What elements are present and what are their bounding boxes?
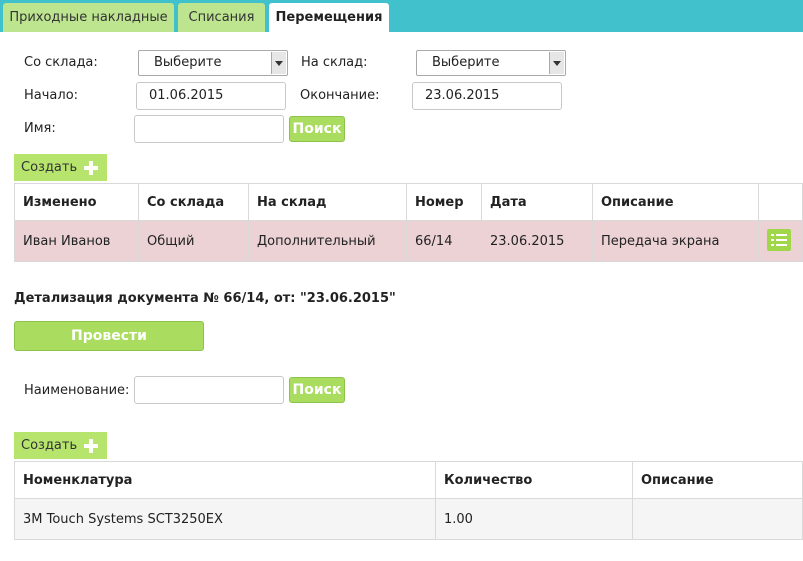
column-header[interactable]: Дата xyxy=(482,184,593,220)
column-header[interactable]: Номенклатура xyxy=(15,462,436,498)
cell-from-warehouse: Общий xyxy=(139,221,249,261)
plus-icon xyxy=(84,439,98,453)
column-header[interactable]: Описание xyxy=(593,184,759,220)
create-button[interactable]: Создать xyxy=(14,154,107,181)
table-header-row: Изменено Со склада На склад Номер Дата О… xyxy=(15,184,802,221)
top-tab-bar: Приходные накладные Списания Перемещения xyxy=(0,0,803,32)
cell-to-warehouse: Дополнительный xyxy=(249,221,407,261)
create-item-button-label: Создать xyxy=(21,438,78,453)
chevron-down-icon xyxy=(549,52,564,74)
end-date-input[interactable]: 23.06.2015 xyxy=(412,82,562,110)
cell-date: 23.06.2015 xyxy=(482,221,593,261)
name-label: Имя: xyxy=(24,121,56,136)
cell-item: 3M Touch Systems SCT3250EX xyxy=(15,499,436,539)
to-warehouse-select[interactable]: Выберите xyxy=(416,50,566,76)
search-button[interactable]: Поиск xyxy=(289,116,345,142)
to-warehouse-label: На склад: xyxy=(301,55,368,70)
from-warehouse-value: Выберите xyxy=(154,55,222,70)
tab-incoming-invoices[interactable]: Приходные накладные xyxy=(3,3,174,32)
tab-transfers[interactable]: Перемещения xyxy=(269,3,389,32)
end-date-label: Окончание: xyxy=(300,88,380,103)
details-list-icon[interactable] xyxy=(767,229,791,251)
name-input[interactable] xyxy=(134,115,284,143)
table-row[interactable]: 3M Touch Systems SCT3250EX 1.00 xyxy=(15,499,802,539)
post-transfer-button[interactable]: Провести перемещение xyxy=(14,321,204,372)
column-header[interactable]: Со склада xyxy=(139,184,249,220)
column-header[interactable]: Количество xyxy=(436,462,633,498)
cell-description xyxy=(633,499,802,539)
cell-quantity: 1.00 xyxy=(436,499,633,539)
create-button-label: Создать xyxy=(21,160,78,175)
items-table: Номенклатура Количество Описание 3M Touc… xyxy=(14,461,803,540)
documents-table: Изменено Со склада На склад Номер Дата О… xyxy=(14,183,803,262)
item-name-label: Наименование: xyxy=(24,383,130,398)
cell-actions xyxy=(759,221,802,261)
table-row[interactable]: Иван Иванов Общий Дополнительный 66/14 2… xyxy=(15,221,802,261)
to-warehouse-value: Выберите xyxy=(432,55,500,70)
cell-changed-by: Иван Иванов xyxy=(15,221,139,261)
column-header[interactable]: Описание xyxy=(633,462,802,498)
table-header-row: Номенклатура Количество Описание xyxy=(15,462,802,499)
create-item-button[interactable]: Создать xyxy=(14,432,107,459)
tab-write-offs[interactable]: Списания xyxy=(178,3,265,32)
plus-icon xyxy=(84,161,98,175)
cell-number: 66/14 xyxy=(407,221,482,261)
chevron-down-icon xyxy=(271,52,286,74)
cell-description: Передача экрана xyxy=(593,221,759,261)
column-header[interactable]: На склад xyxy=(249,184,407,220)
from-warehouse-label: Со склада: xyxy=(24,55,98,70)
item-name-input[interactable] xyxy=(134,376,284,404)
from-warehouse-select[interactable]: Выберите xyxy=(138,50,288,76)
start-date-label: Начало: xyxy=(24,88,79,103)
detail-title: Детализация документа № 66/14, от: "23.0… xyxy=(14,291,396,306)
start-date-input[interactable]: 01.06.2015 xyxy=(136,82,286,110)
column-header[interactable]: Изменено xyxy=(15,184,139,220)
column-header[interactable]: Номер xyxy=(407,184,482,220)
item-search-button[interactable]: Поиск xyxy=(289,377,345,403)
column-header-actions xyxy=(759,184,802,220)
